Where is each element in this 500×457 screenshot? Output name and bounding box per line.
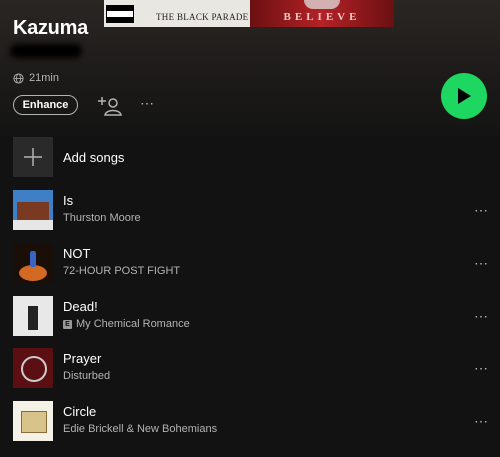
playlist-meta: 21min [13, 72, 59, 84]
track-row[interactable]: Circle Edie Brickell & New Bohemians ⋯ [13, 401, 493, 441]
track-title: NOT [63, 246, 91, 261]
album-cover-text: THE BLACK PARADE [156, 12, 249, 22]
album-cover-believe: BELIEVE [250, 0, 394, 27]
album-art [13, 243, 53, 283]
more-options-icon[interactable]: ⋯ [140, 95, 162, 115]
plus-icon [24, 148, 42, 166]
album-art [13, 190, 53, 230]
track-row[interactable]: Prayer Disturbed ⋯ [13, 348, 493, 388]
track-artist-line: E My Chemical Romance [63, 318, 190, 330]
band-emblem-icon [304, 0, 340, 9]
track-artist: Edie Brickell & New Bohemians [63, 423, 218, 435]
track-row[interactable]: Is Thurston Moore ⋯ [13, 190, 493, 230]
track-more-icon[interactable]: ⋯ [474, 413, 489, 430]
track-more-icon[interactable]: ⋯ [474, 202, 489, 219]
globe-icon [13, 72, 24, 84]
playlist-title: Kazuma [13, 17, 88, 39]
album-art [13, 296, 53, 336]
playlist-duration: 21min [29, 72, 59, 84]
track-artist: Thurston Moore [63, 212, 141, 224]
parental-advisory-icon [106, 5, 134, 23]
add-collaborator-icon[interactable] [98, 95, 122, 117]
album-art [13, 401, 53, 441]
track-title: Prayer [63, 351, 102, 366]
add-songs-label: Add songs [63, 149, 125, 165]
play-button[interactable] [441, 73, 487, 119]
track-row[interactable]: NOT 72-HOUR POST FIGHT ⋯ [13, 243, 493, 283]
track-artist: My Chemical Romance [76, 318, 190, 330]
add-songs-row[interactable]: Add songs [13, 137, 493, 177]
track-title: Circle [63, 404, 97, 419]
album-cover-text: BELIEVE [283, 11, 361, 23]
track-title: Is [63, 193, 74, 208]
track-artist: 72-HOUR POST FIGHT [63, 265, 181, 277]
explicit-badge: E [63, 319, 72, 329]
track-more-icon[interactable]: ⋯ [474, 255, 489, 272]
album-art [13, 348, 53, 388]
track-row[interactable]: Dead! E My Chemical Romance ⋯ [13, 296, 493, 336]
add-songs-tile [13, 137, 53, 177]
track-more-icon[interactable]: ⋯ [474, 308, 489, 325]
album-cover-black-parade: THE BLACK PARADE [104, 0, 250, 27]
track-title: Dead! [63, 299, 98, 314]
enhance-button[interactable]: Enhance [13, 95, 78, 115]
track-artist: Disturbed [63, 370, 111, 382]
owner-name-redacted [10, 44, 82, 58]
track-more-icon[interactable]: ⋯ [474, 360, 489, 377]
play-icon [458, 88, 471, 104]
